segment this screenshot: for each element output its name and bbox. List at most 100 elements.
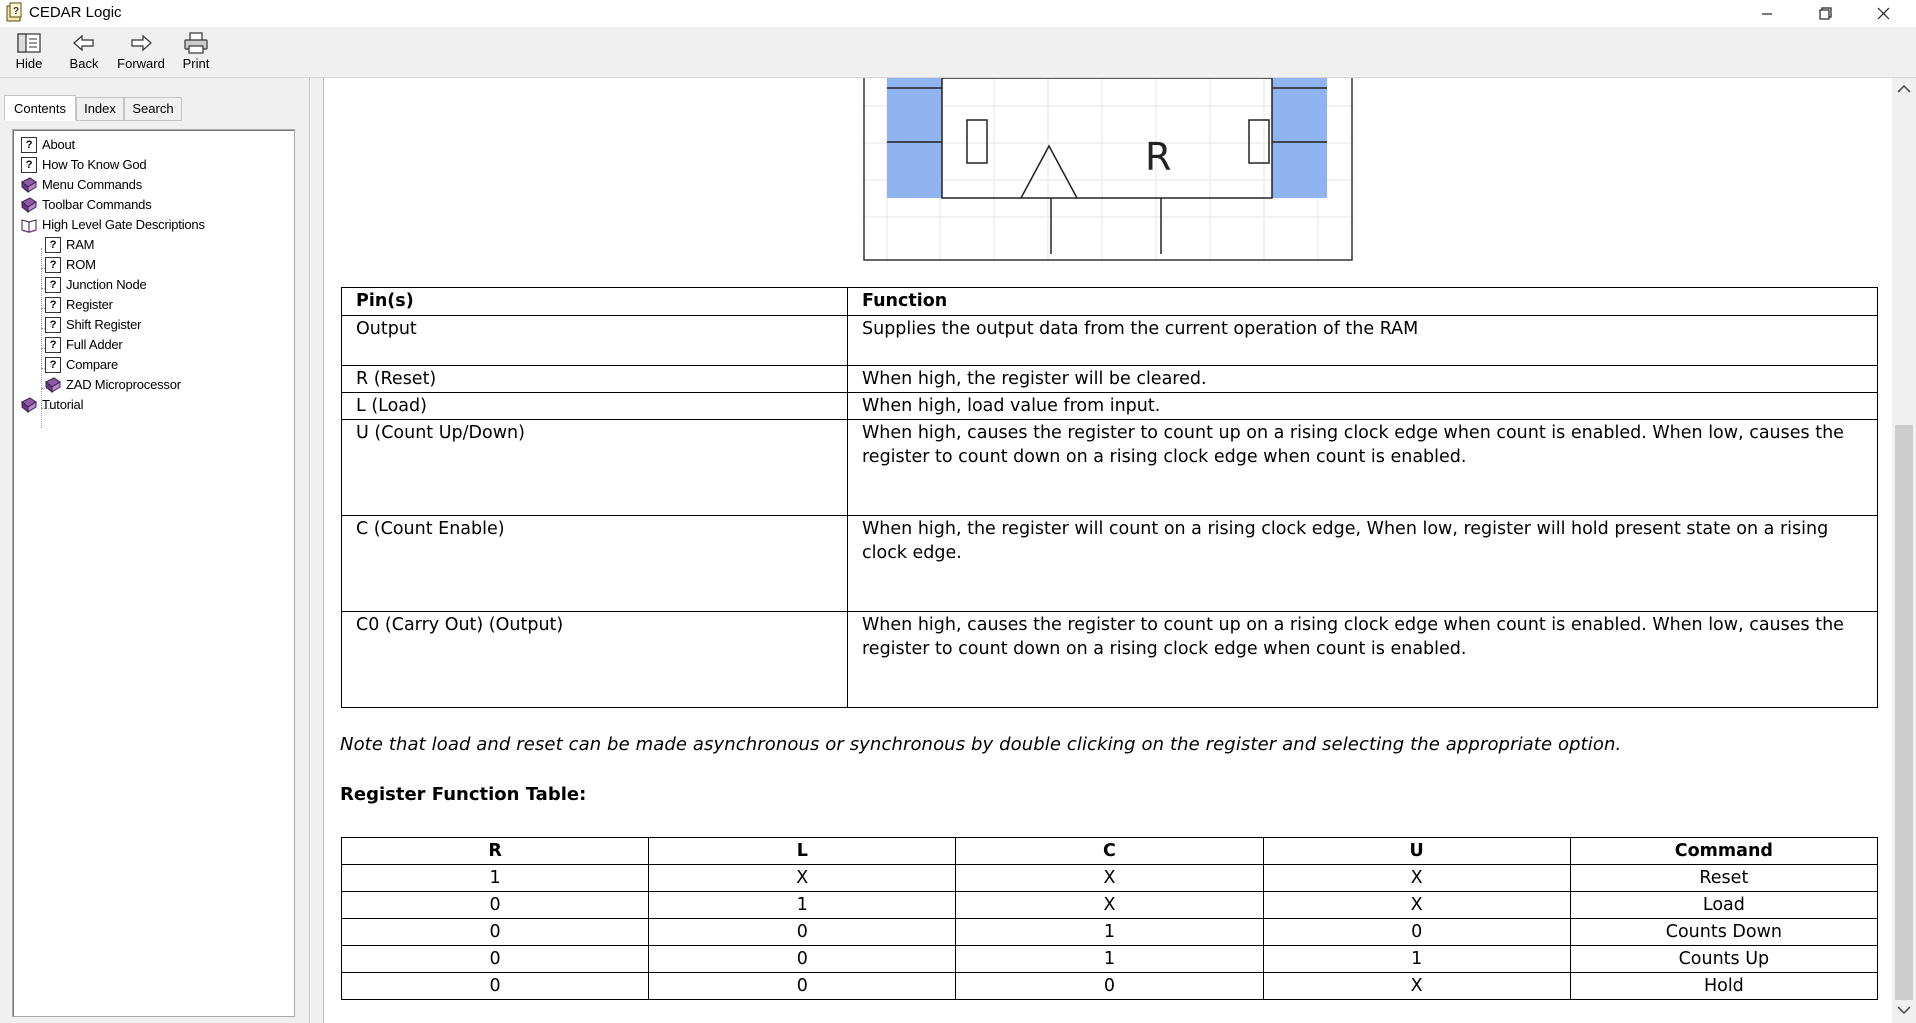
table-cell: 1	[340, 864, 650, 892]
column-header: R	[340, 837, 650, 865]
table-cell: 1	[1262, 945, 1571, 973]
table-cell: 0	[1262, 918, 1571, 946]
tree-item-junction-node[interactable]: ? Junction Node	[45, 275, 147, 294]
scroll-down-button[interactable]	[1892, 999, 1916, 1023]
back-button[interactable]: Back	[56, 30, 112, 74]
forward-arrow-icon	[131, 34, 152, 52]
app-icon: ?	[6, 2, 22, 22]
table-cell: 0	[340, 972, 650, 1000]
restore-button[interactable]	[1796, 0, 1854, 27]
table-cell: X	[648, 864, 957, 892]
table-cell: 0	[340, 945, 650, 973]
table-cell: Hold	[1569, 972, 1879, 1000]
tree-item-how-to-know-god[interactable]: ? How To Know God	[21, 155, 147, 174]
minimize-button[interactable]	[1738, 0, 1796, 27]
book-closed-icon	[21, 196, 37, 213]
restore-icon	[1818, 7, 1832, 20]
forward-button[interactable]: Forward	[113, 30, 169, 74]
scroll-up-button[interactable]	[1892, 78, 1916, 102]
tree-item-register[interactable]: ? Register	[45, 295, 113, 314]
navigation-pane: Contents Index Search ? About ? How To K…	[0, 78, 310, 1023]
help-page-icon: ?	[45, 276, 61, 293]
vertical-scrollbar[interactable]	[1892, 78, 1916, 1023]
table-row: C0 (Carry Out) (Output) When high, cause…	[341, 611, 1878, 708]
table-row: 0 1 X X Load	[340, 891, 1879, 919]
table-row: 0 0 1 1 Counts Up	[340, 945, 1879, 973]
pin-function: When high, the register will be cleared.	[847, 365, 1878, 393]
column-header: Command	[1569, 837, 1879, 865]
help-page-icon: ?	[45, 336, 61, 353]
pin-name: L (Load)	[341, 392, 848, 420]
pin-function: When high, causes the register to count …	[847, 419, 1878, 516]
book-closed-icon	[21, 176, 37, 193]
table-cell: 1	[955, 945, 1264, 973]
hide-pane-icon	[17, 33, 41, 53]
print-button[interactable]: Print	[168, 30, 224, 74]
window-title: CEDAR Logic	[29, 4, 122, 21]
table-cell: 1	[955, 918, 1264, 946]
table-row: 0 0 1 0 Counts Down	[340, 918, 1879, 946]
async-note: Note that load and reset can be made asy…	[340, 734, 1622, 755]
help-page-icon: ?	[45, 256, 61, 273]
hide-label: Hide	[15, 56, 43, 71]
pin-function: When high, the register will count on a …	[847, 515, 1878, 612]
tree-item-toolbar-commands[interactable]: Toolbar Commands	[21, 195, 152, 214]
table-cell: 0	[340, 918, 650, 946]
table-cell: Reset	[1569, 864, 1879, 892]
tree-item-zad-microprocessor[interactable]: ZAD Microprocessor	[45, 375, 181, 394]
table-cell: Counts Down	[1569, 918, 1879, 946]
help-page-icon: ?	[21, 156, 37, 173]
tree-item-compare[interactable]: ? Compare	[45, 355, 118, 374]
pins-table: Pin(s) Function Output Supplies the outp…	[341, 287, 1878, 708]
tree-item-label: High Level Gate Descriptions	[42, 217, 205, 232]
close-button[interactable]	[1854, 0, 1912, 27]
register-diagram: R	[863, 78, 1353, 262]
column-header: Pin(s)	[341, 287, 848, 316]
tree-item-tutorial[interactable]: Tutorial	[21, 395, 83, 414]
table-row: 1 X X X Reset	[340, 864, 1879, 892]
help-page-icon: ?	[21, 136, 37, 153]
book-closed-icon	[21, 396, 37, 413]
tree-item-label: How To Know God	[42, 157, 147, 172]
tab-contents[interactable]: Contents	[4, 95, 76, 121]
minimize-icon	[1762, 12, 1772, 15]
table-cell: X	[955, 864, 1264, 892]
table-row: Output Supplies the output data from the…	[341, 315, 1878, 366]
help-content: R Pin(s) Function Output Supplies the ou…	[324, 78, 1892, 1023]
help-page-icon: ?	[45, 296, 61, 313]
tree-item-label: Junction Node	[66, 277, 147, 292]
table-cell: 1	[648, 891, 957, 919]
back-arrow-icon	[73, 34, 94, 52]
pin-function: When high, load value from input.	[847, 392, 1878, 420]
tab-index[interactable]: Index	[76, 97, 124, 121]
table-cell: X	[955, 891, 1264, 919]
function-table-title: Register Function Table:	[340, 784, 587, 805]
help-page-icon: ?	[45, 356, 61, 373]
forward-label: Forward	[117, 56, 165, 71]
tree-item-label: Register	[66, 297, 113, 312]
tree-item-label: ZAD Microprocessor	[66, 377, 181, 392]
pin-name: U (Count Up/Down)	[341, 419, 848, 516]
hide-button[interactable]: Hide	[1, 30, 57, 74]
tree-item-high-level-gate-descriptions[interactable]: High Level Gate Descriptions	[21, 215, 205, 234]
tree-item-label: Full Adder	[66, 337, 123, 352]
table-row: U (Count Up/Down) When high, causes the …	[341, 419, 1878, 516]
tree-item-ram[interactable]: ? RAM	[45, 235, 94, 254]
chevron-up-icon	[1897, 84, 1911, 93]
tree-item-shift-register[interactable]: ? Shift Register	[45, 315, 141, 334]
tree-item-menu-commands[interactable]: Menu Commands	[21, 175, 142, 194]
table-cell: 0	[648, 972, 957, 1000]
tree-item-label: Tutorial	[42, 397, 84, 412]
tree-item-rom[interactable]: ? ROM	[45, 255, 96, 274]
scroll-thumb[interactable]	[1895, 425, 1913, 1000]
tree-item-full-adder[interactable]: ? Full Adder	[45, 335, 123, 354]
tree-item-label: Menu Commands	[42, 177, 142, 192]
table-cell: 0	[340, 891, 650, 919]
tab-search[interactable]: Search	[124, 97, 182, 121]
pin-name: R (Reset)	[341, 365, 848, 393]
book-open-icon	[21, 218, 37, 233]
tree-item-about[interactable]: ? About	[21, 135, 75, 154]
help-page-icon: ?	[45, 236, 61, 253]
pane-splitter[interactable]	[311, 78, 324, 1023]
table-cell: 0	[648, 918, 957, 946]
